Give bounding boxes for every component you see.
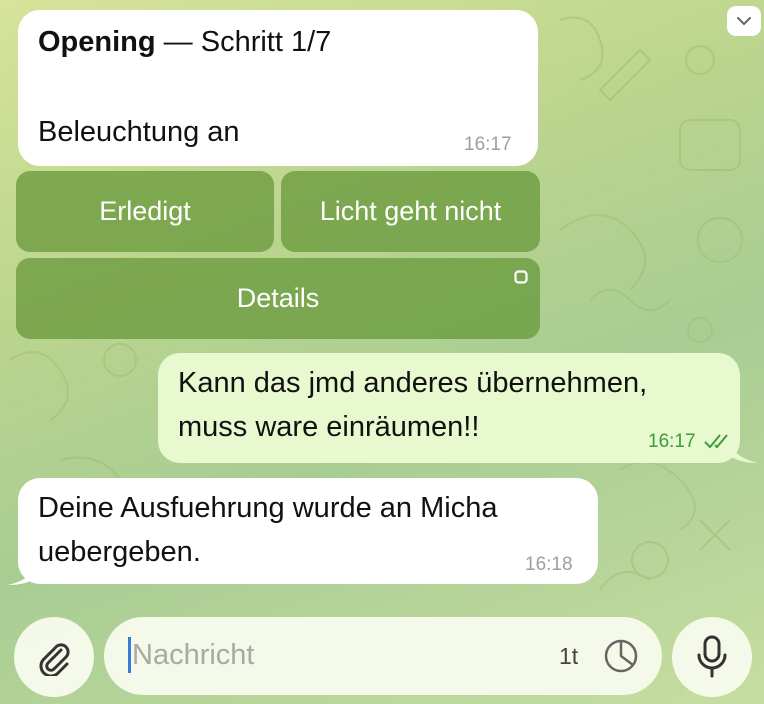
bubble-tail	[8, 566, 36, 585]
voice-message-button[interactable]	[672, 617, 752, 697]
message-text-line: muss ware einräumen!!	[178, 411, 480, 443]
outgoing-message: Kann das jmd anderes übernehmen, muss wa…	[158, 353, 740, 463]
message-input[interactable]: Nachricht 1t	[104, 617, 662, 695]
message-text-line: uebergeben.	[38, 536, 201, 568]
scroll-down-button[interactable]	[727, 6, 761, 36]
message-time: 16:17	[648, 431, 696, 452]
incoming-message: Deine Ausfuehrung wurde an Micha ueberge…	[18, 478, 598, 584]
message-title: Opening	[38, 26, 156, 58]
details-button-label: Details	[236, 283, 320, 313]
message-time: 16:18	[525, 554, 573, 575]
light-broken-button[interactable]: Licht geht nicht	[281, 171, 540, 252]
microphone-icon	[697, 635, 727, 678]
incoming-message: Opening — Schritt 1/7 Beleuchtung an 16:…	[18, 10, 538, 166]
bubble-tail	[730, 444, 758, 463]
message-text: Beleuchtung an	[38, 116, 240, 148]
timer-label: 1t	[559, 643, 579, 669]
message-text-line: Deine Ausfuehrung wurde an Micha	[38, 492, 498, 524]
paperclip-icon	[39, 643, 70, 676]
webapp-icon	[514, 270, 528, 284]
message-input-placeholder: Nachricht	[132, 639, 255, 671]
read-checkmarks-icon	[704, 434, 728, 449]
details-button[interactable]: Details	[16, 258, 540, 339]
timer-icon[interactable]	[602, 637, 640, 675]
message-subtitle: — Schritt 1/7	[163, 26, 332, 58]
text-cursor	[128, 637, 131, 673]
chevron-down-icon	[737, 17, 751, 26]
attach-button[interactable]	[14, 617, 94, 697]
message-text-line: Kann das jmd anderes übernehmen,	[178, 367, 648, 399]
message-time: 16:17	[464, 134, 512, 155]
done-button[interactable]: Erledigt	[16, 171, 274, 252]
